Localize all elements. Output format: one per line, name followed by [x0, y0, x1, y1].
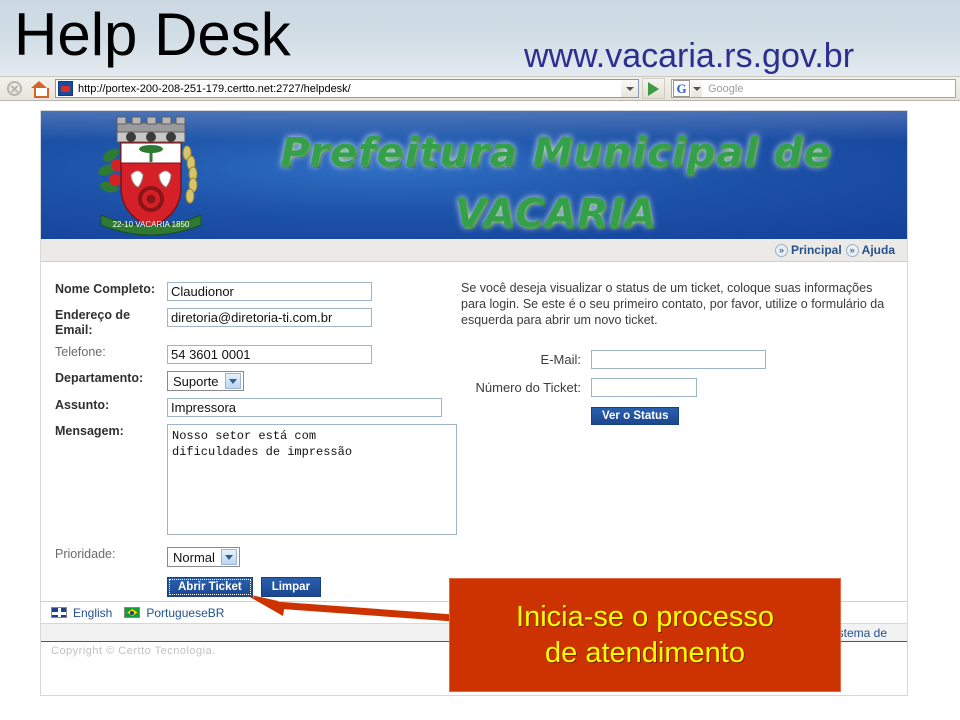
view-status-button[interactable]: Ver o Status: [591, 407, 680, 425]
chevron-down-glyph: [228, 378, 237, 384]
chevron-down-icon[interactable]: [220, 549, 237, 565]
chevron-double-right-icon: »: [774, 243, 788, 257]
site-nav: » Principal » Ajuda: [41, 239, 907, 262]
site-url-text: www.vacaria.rs.gov.br: [524, 37, 855, 75]
chevron-down-icon: [625, 86, 634, 91]
slide-root: Help Desk www.vacaria.rs.gov.br http://p…: [0, 0, 960, 720]
clear-form-button[interactable]: Limpar: [260, 577, 322, 597]
language-english-link[interactable]: English: [73, 606, 112, 620]
banner-title-line2: VACARIA: [455, 191, 657, 237]
page-title: Help Desk: [14, 1, 291, 68]
go-button[interactable]: [642, 78, 665, 99]
search-input-placeholder[interactable]: Google: [708, 83, 743, 95]
search-bar[interactable]: G Google: [671, 79, 956, 98]
annotation-line1: Inicia-se o processo: [516, 601, 774, 633]
nav-item-ajuda-label: Ajuda: [861, 243, 895, 257]
address-bar-text: http://portex-200-208-251-179.certto.net…: [78, 82, 351, 95]
phone-label: Telefone:: [55, 345, 106, 359]
browser-toolbar: http://portex-200-208-251-179.certto.net…: [0, 76, 960, 101]
brazil-flag-icon: [124, 607, 141, 618]
subject-input[interactable]: Impressora: [167, 398, 442, 417]
home-button[interactable]: [28, 78, 50, 99]
field-row-name: Nome Completo: Claudionor: [55, 282, 475, 301]
vacaria-coat-of-arms-icon: 22-10 VACARIA 1850: [98, 116, 202, 236]
language-portuguese-link[interactable]: PortugueseBR: [146, 606, 224, 620]
status-ticket-input[interactable]: [591, 378, 697, 397]
name-label: Nome Completo:: [55, 282, 155, 296]
nav-item-principal[interactable]: » Principal: [774, 243, 842, 257]
message-label: Mensagem:: [55, 424, 124, 438]
crest-motto-text: 22-10 VACARIA 1850: [113, 220, 190, 229]
search-engine-dropdown[interactable]: [691, 80, 702, 97]
nav-item-ajuda[interactable]: » Ajuda: [845, 243, 895, 257]
form-actions: Abrir Ticket Limpar: [167, 577, 475, 597]
status-row-email: E-Mail:: [461, 350, 893, 369]
message-textarea[interactable]: Nosso setor está com dificuldades de imp…: [167, 424, 457, 535]
status-email-label: E-Mail:: [540, 352, 581, 367]
uk-flag-icon: [51, 607, 67, 618]
phone-input[interactable]: 54 3601 0001: [167, 345, 372, 364]
field-row-subject: Assunto: Impressora: [55, 398, 475, 417]
department-label: Departamento:: [55, 371, 144, 385]
chevron-down-icon[interactable]: [224, 373, 241, 389]
stop-icon: [6, 81, 22, 96]
address-bar[interactable]: http://portex-200-208-251-179.certto.net…: [55, 79, 639, 98]
department-select-value: Suporte: [173, 373, 219, 389]
submit-ticket-button[interactable]: Abrir Ticket: [167, 577, 253, 597]
priority-select-value: Normal: [173, 549, 215, 565]
email-label: Endereço de Email:: [55, 308, 131, 337]
slide-header: Help Desk www.vacaria.rs.gov.br: [0, 0, 960, 76]
site-banner: 22-10 VACARIA 1850 Prefeitura Municipal …: [41, 111, 907, 239]
priority-select[interactable]: Normal: [167, 547, 240, 567]
name-input[interactable]: Claudionor: [167, 282, 372, 301]
status-lookup-panel: Se você deseja visualizar o status de um…: [461, 280, 893, 425]
status-ticket-label: Número do Ticket:: [475, 380, 582, 395]
subject-label: Assunto:: [55, 398, 110, 412]
priority-label: Prioridade:: [55, 547, 116, 561]
banner-title-line1: Prefeitura Municipal de: [280, 130, 832, 176]
chevron-down-glyph: [224, 554, 233, 560]
stop-button[interactable]: [3, 78, 25, 99]
field-row-message: Mensagem: Nosso setor está com dificulda…: [55, 424, 475, 535]
new-ticket-form: Nome Completo: Claudionor Endereço de Em…: [55, 282, 475, 597]
field-row-email: Endereço de Email: diretoria@diretoria-t…: [55, 308, 475, 338]
field-row-department: Departamento: Suporte: [55, 371, 475, 391]
department-select[interactable]: Suporte: [167, 371, 244, 391]
chevron-down-icon: [692, 86, 701, 91]
field-row-phone: Telefone: 54 3601 0001: [55, 345, 475, 364]
status-actions: Ver o Status: [591, 406, 893, 425]
banner-title: Prefeitura Municipal de VACARIA: [211, 127, 901, 239]
favicon-icon: [58, 81, 73, 96]
chevron-double-right-icon: »: [845, 243, 859, 257]
copyright-text: Copyright © Certto Tecnologia.: [51, 645, 216, 657]
annotation-callout: Inicia-se o processo de atendimento: [449, 578, 841, 692]
email-input[interactable]: diretoria@diretoria-ti.com.br: [167, 308, 372, 327]
home-icon: [30, 81, 49, 98]
address-bar-dropdown[interactable]: [621, 80, 638, 97]
go-arrow-icon: [648, 81, 659, 96]
google-g-icon: G: [673, 80, 690, 97]
status-email-input[interactable]: [591, 350, 766, 369]
annotation-line2: de atendimento: [545, 637, 745, 669]
nav-item-principal-label: Principal: [790, 243, 842, 257]
status-row-ticket: Número do Ticket:: [461, 378, 893, 397]
status-intro-text: Se você deseja visualizar o status de um…: [461, 281, 885, 327]
field-row-priority: Prioridade: Normal: [55, 547, 475, 567]
